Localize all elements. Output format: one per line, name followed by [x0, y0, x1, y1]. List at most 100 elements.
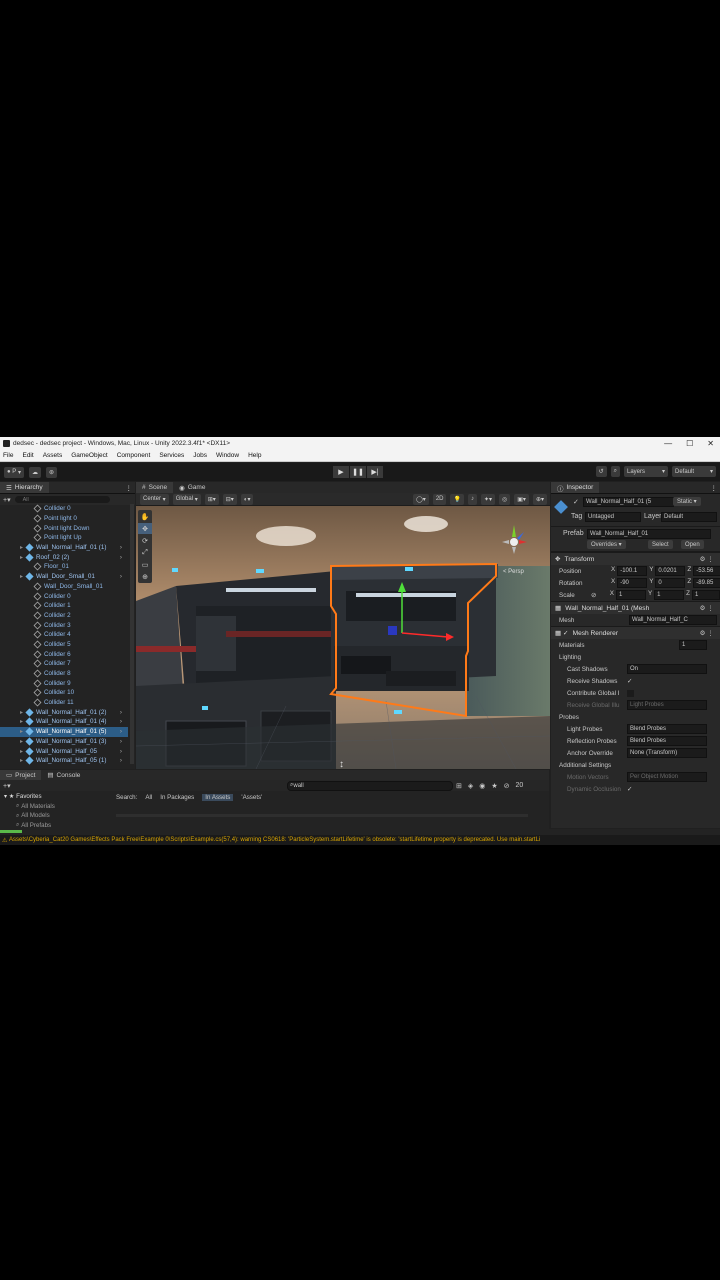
scene-viewport[interactable]: < Persp ↕ ✋ ✥ ⟳ ⤢ ▭ ⊕ — [136, 506, 550, 769]
menu-jobs[interactable]: Jobs — [193, 452, 207, 459]
menu-gameobject[interactable]: GameObject — [71, 452, 108, 459]
space-dropdown[interactable]: Global ▾ — [172, 493, 201, 505]
lighting-foldout[interactable]: Lighting — [551, 651, 720, 663]
rotation-x-field[interactable]: -90 — [617, 578, 648, 588]
contribute-gi-checkbox[interactable] — [627, 689, 634, 697]
hierarchy-row[interactable]: Collider 10 — [0, 688, 128, 698]
overrides-dropdown[interactable]: Overrides ▾ — [587, 540, 626, 549]
materials-count-field[interactable]: 1 — [679, 640, 707, 650]
hierarchy-row[interactable]: Collider 0 — [0, 504, 128, 514]
hierarchy-row[interactable]: ▸ Wall_Normal_Half_05 › — [0, 746, 128, 756]
open-prefab-icon[interactable]: › — [120, 573, 122, 580]
tab-project[interactable]: ▭ Project — [0, 770, 42, 780]
filter-in-assets[interactable]: In Assets — [202, 793, 234, 801]
open-prefab-icon[interactable]: › — [120, 728, 122, 735]
scene-shading-button[interactable]: ◐▾ — [240, 493, 254, 505]
light-probes-dropdown[interactable]: Blend Probes — [627, 724, 707, 734]
filter-label-icon[interactable]: ◈ — [468, 782, 473, 790]
filter-in-packages[interactable]: In Packages — [160, 794, 194, 801]
mesh-field[interactable]: Wall_Normal_Half_C — [629, 615, 717, 625]
transform-tool-icon[interactable]: ⊕ — [138, 571, 152, 582]
hierarchy-row[interactable]: Collider 0 — [0, 591, 128, 601]
hidden-objects-toggle[interactable]: ◎ — [499, 493, 511, 505]
hierarchy-search-input[interactable]: All — [14, 496, 110, 503]
effects-toggle[interactable]: ✦▾ — [480, 493, 496, 505]
hierarchy-row[interactable]: Point light 0 — [0, 514, 128, 524]
menu-window[interactable]: Window — [216, 452, 239, 459]
hierarchy-scrollbar[interactable] — [130, 504, 134, 764]
layout-dropdown[interactable]: Default ▾ — [672, 466, 716, 477]
rotation-z-field[interactable]: -89.85 — [693, 578, 720, 588]
camera-settings-button[interactable]: ▣▾ — [514, 493, 529, 505]
tab-scene[interactable]: # Scene — [136, 482, 174, 493]
scale-x-field[interactable]: 1 — [615, 590, 646, 600]
object-name-field[interactable]: Wall_Normal_Half_01 (5 — [583, 497, 674, 507]
more-icon[interactable]: ⋮ — [126, 484, 133, 492]
play-button[interactable]: ▶ — [333, 466, 349, 478]
rect-tool-icon[interactable]: ▭ — [138, 559, 152, 570]
scale-tool-icon[interactable]: ⤢ — [138, 547, 152, 558]
pause-button[interactable]: ❚❚ — [350, 466, 366, 478]
2d-toggle[interactable]: 2D — [432, 493, 447, 505]
filter-type-icon[interactable]: ⊞ — [456, 782, 462, 790]
close-button[interactable]: ✕ — [707, 439, 714, 448]
transform-header[interactable]: ✥ Transform ⚙ ⋮ — [551, 552, 720, 565]
scale-z-field[interactable]: 1 — [692, 590, 720, 600]
hierarchy-row[interactable]: Collider 6 — [0, 649, 128, 659]
menu-file[interactable]: File — [3, 452, 13, 459]
favorite-all-models[interactable]: ⌕ All Models — [0, 811, 112, 821]
position-z-field[interactable]: -53.56 — [693, 566, 720, 576]
favorites-header[interactable]: ▾ ★ Favorites — [0, 792, 112, 802]
history-button[interactable]: ↺ — [595, 466, 607, 477]
hierarchy-row[interactable]: Point light Down — [0, 523, 128, 533]
hierarchy-row[interactable]: Collider 7 — [0, 659, 128, 669]
hierarchy-row[interactable]: ▸ Wall_Normal_Half_01 (1) › — [0, 543, 128, 553]
hierarchy-row[interactable]: Collider 4 — [0, 630, 128, 640]
reflection-probes-dropdown[interactable]: Blend Probes — [627, 736, 707, 746]
hierarchy-row[interactable]: Floor_01 — [0, 562, 128, 572]
hierarchy-row[interactable]: Collider 9 — [0, 678, 128, 688]
tag-dropdown[interactable]: Untagged — [585, 512, 641, 522]
filter-all[interactable]: All — [145, 794, 152, 801]
active-checkbox[interactable]: ✓ — [573, 498, 579, 506]
favorite-all-materials[interactable]: ⌕ All Materials — [0, 802, 112, 812]
snap-increment-button[interactable]: ⊟▾ — [222, 493, 237, 505]
prefab-field[interactable]: Wall_Normal_Half_01 — [587, 529, 711, 539]
account-button[interactable]: ● P ▾ — [4, 466, 24, 478]
add-button[interactable]: +▾ — [3, 496, 11, 504]
gizmos-button[interactable]: ⊕▾ — [532, 493, 547, 505]
tab-inspector[interactable]: ⓘ Inspector — [551, 482, 600, 493]
rotate-tool-icon[interactable]: ⟳ — [138, 535, 152, 546]
open-prefab-icon[interactable]: › — [120, 554, 122, 561]
cast-shadows-dropdown[interactable]: On — [627, 664, 707, 674]
hierarchy-row[interactable]: Collider 5 — [0, 640, 128, 650]
menu-edit[interactable]: Edit — [22, 452, 33, 459]
hierarchy-row[interactable]: ▸ Wall_Normal_Half_01 (4) › — [0, 717, 128, 727]
hierarchy-row[interactable]: ▸ Wall_Door_Small_01 › — [0, 572, 128, 582]
menu-component[interactable]: Component — [117, 452, 151, 459]
receive-shadows-checkbox[interactable]: ✓ — [627, 678, 632, 685]
menu-assets[interactable]: Assets — [43, 452, 63, 459]
maximize-button[interactable]: ☐ — [686, 439, 693, 448]
tab-game[interactable]: ◉ Game — [173, 482, 211, 493]
hierarchy-row[interactable]: Collider 8 — [0, 669, 128, 679]
layers-dropdown[interactable]: Layers ▾ — [624, 466, 668, 477]
hierarchy-row[interactable]: Collider 3 — [0, 620, 128, 630]
hierarchy-row[interactable]: ▸ Wall_Normal_Half_01 (2) › — [0, 707, 128, 717]
hierarchy-row[interactable]: ▸ Wall_Normal_Half_01 (5) › — [0, 726, 128, 737]
dynamic-occlusion-checkbox[interactable]: ✓ — [627, 786, 632, 793]
hidden-packages-icon[interactable]: ◉ — [479, 782, 485, 790]
hand-tool-icon[interactable]: ✋ — [138, 511, 152, 522]
hierarchy-row[interactable]: Collider 1 — [0, 601, 128, 611]
mesh-filter-header[interactable]: ▦ Wall_Normal_Half_01 (Mesh ⚙ ⋮ — [551, 601, 720, 614]
position-y-field[interactable]: 0.0201 — [655, 566, 686, 576]
perspective-label[interactable]: < Persp — [503, 569, 525, 575]
open-prefab-icon[interactable]: › — [120, 757, 122, 764]
create-button[interactable]: +▾ — [3, 782, 11, 790]
menu-services[interactable]: Services — [159, 452, 184, 459]
hierarchy-row[interactable]: Point light Up — [0, 533, 128, 543]
results-scrollbar[interactable] — [116, 814, 528, 817]
layer-dropdown[interactable]: Default — [661, 512, 717, 522]
open-prefab-icon[interactable]: › — [120, 748, 122, 755]
view-options-button[interactable]: ◯▾ — [413, 493, 429, 505]
